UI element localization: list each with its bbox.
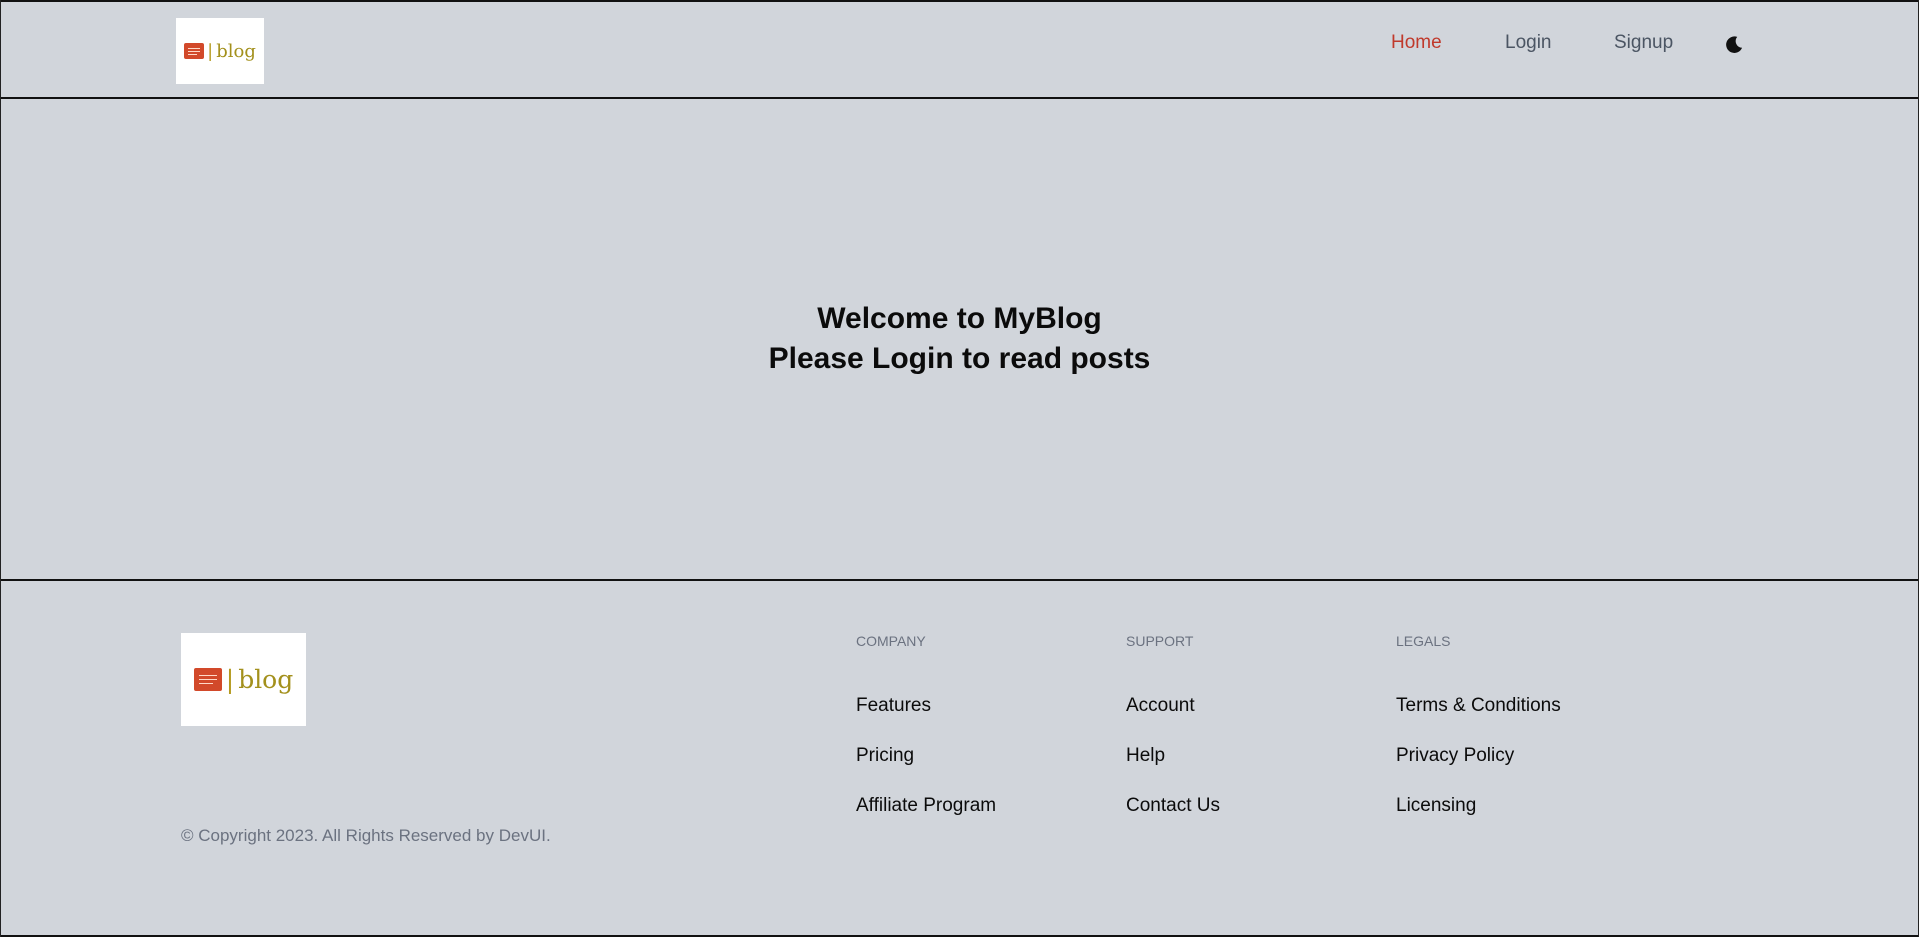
moon-icon[interactable] — [1723, 34, 1745, 56]
footer-column-legals: LEGALS Terms & Conditions Privacy Policy… — [1396, 633, 1561, 845]
copyright-text: © Copyright 2023. All Rights Reserved by… — [181, 826, 551, 845]
footer-link-affiliate-program[interactable]: Affiliate Program — [856, 795, 996, 845]
welcome-section: Welcome to MyBlog Please Login to read p… — [1, 99, 1918, 581]
blog-logo-icon — [184, 43, 205, 59]
top-navbar: | blog Home Login Signup — [1, 0, 1918, 99]
footer-link-help[interactable]: Help — [1126, 745, 1220, 795]
footer-column-support: SUPPORT Account Help Contact Us — [1126, 633, 1220, 845]
nav-login-link[interactable]: Login — [1505, 32, 1552, 54]
footer-link-features[interactable]: Features — [856, 695, 996, 745]
footer-column-company: COMPANY Features Pricing Affiliate Progr… — [856, 633, 996, 845]
site-footer: | blog © Copyright 2023. All Rights Rese… — [1, 581, 1918, 937]
footer-logo[interactable]: | blog — [181, 633, 306, 726]
nav-signup-link[interactable]: Signup — [1614, 32, 1673, 54]
logo-text: blog — [238, 665, 294, 694]
column-heading: COMPANY — [856, 633, 926, 649]
footer-link-account[interactable]: Account — [1126, 695, 1220, 745]
footer-link-terms[interactable]: Terms & Conditions — [1396, 695, 1561, 745]
logo-separator: | — [207, 40, 214, 62]
logo-separator: | — [225, 665, 235, 694]
nav-home-link[interactable]: Home — [1391, 32, 1442, 54]
logo-text: blog — [216, 40, 256, 62]
welcome-heading: Welcome to MyBlog — [817, 302, 1102, 335]
footer-link-licensing[interactable]: Licensing — [1396, 795, 1561, 845]
login-prompt-heading: Please Login to read posts — [768, 342, 1151, 375]
blog-logo-icon — [193, 668, 222, 691]
page: | blog Home Login Signup Welcome to MyBl… — [0, 0, 1919, 937]
header-logo[interactable]: | blog — [176, 18, 264, 84]
footer-link-contact-us[interactable]: Contact Us — [1126, 795, 1220, 845]
footer-link-pricing[interactable]: Pricing — [856, 745, 996, 795]
footer-link-privacy-policy[interactable]: Privacy Policy — [1396, 745, 1561, 795]
column-heading: SUPPORT — [1126, 633, 1194, 649]
column-heading: LEGALS — [1396, 633, 1451, 649]
